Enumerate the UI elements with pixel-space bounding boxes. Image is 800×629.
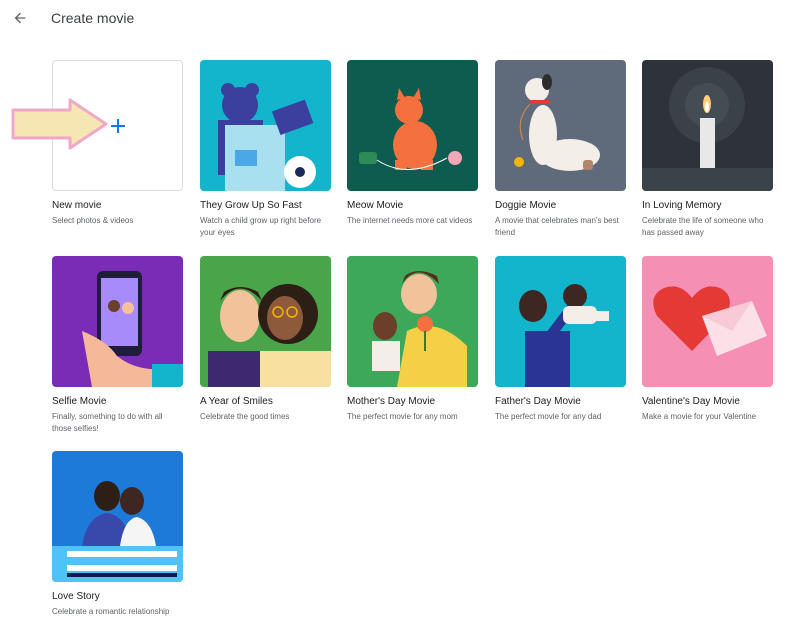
smiles-thumbnail [200, 256, 331, 387]
memory-thumbnail [642, 60, 773, 191]
valentine-thumbnail [642, 256, 773, 387]
card-description: Watch a child grow up right before your … [200, 216, 322, 237]
card-title: In Loving Memory [642, 200, 722, 211]
page-title: Create movie [51, 10, 135, 26]
top-bar: Create movie [0, 0, 800, 40]
card-title: Valentine's Day Movie [642, 396, 740, 407]
card-description: Make a movie for your Valentine [642, 412, 757, 421]
card-title: Meow Movie [347, 200, 404, 211]
memory-card[interactable]: In Loving Memory Celebrate the life of s… [642, 60, 773, 239]
card-description: The perfect movie for any dad [495, 412, 602, 421]
card-title: Mother's Day Movie [347, 396, 436, 407]
love-story-card[interactable]: Love Story Celebrate a romantic relation… [52, 451, 183, 618]
card-description: Celebrate the life of someone who has pa… [642, 216, 764, 237]
card-description: The internet needs more cat videos [347, 216, 473, 225]
card-description: Celebrate a romantic relationship [52, 607, 170, 616]
meow-thumbnail [347, 60, 478, 191]
card-title: Doggie Movie [495, 200, 557, 211]
grow-up-card[interactable]: They Grow Up So Fast Watch a child grow … [200, 60, 331, 239]
smiles-card[interactable]: A Year of Smiles Celebrate the good time… [200, 256, 331, 423]
card-title: A Year of Smiles [200, 396, 273, 407]
card-title: New movie [52, 200, 102, 211]
card-title: Selfie Movie [52, 396, 107, 407]
mothers-card[interactable]: Mother's Day Movie The perfect movie for… [347, 256, 478, 423]
plus-icon [110, 118, 125, 133]
card-description: Celebrate the good times [200, 412, 290, 421]
card-title: Father's Day Movie [495, 396, 581, 407]
card-description: Finally, something to do with all those … [52, 412, 163, 433]
selfie-card[interactable]: Selfie Movie Finally, something to do wi… [52, 256, 183, 435]
card-title: Love Story [52, 591, 100, 602]
card-description: Select photos & videos [52, 216, 134, 225]
card-description: The perfect movie for any mom [347, 412, 458, 421]
fathers-thumbnail [495, 256, 626, 387]
doggie-card[interactable]: Doggie Movie A movie that celebrates man… [495, 60, 626, 239]
grow-up-thumbnail [200, 60, 331, 191]
back-button[interactable] [8, 6, 32, 30]
arrow-back-icon [14, 12, 26, 24]
annotation-arrow-icon [11, 98, 108, 150]
valentine-card[interactable]: Valentine's Day Movie Make a movie for y… [642, 256, 773, 423]
meow-card[interactable]: Meow Movie The internet needs more cat v… [347, 60, 478, 227]
mothers-thumbnail [347, 256, 478, 387]
selfie-thumbnail [52, 256, 183, 387]
card-description: A movie that celebrates man's best frien… [495, 216, 619, 237]
card-title: They Grow Up So Fast [200, 200, 302, 211]
fathers-card[interactable]: Father's Day Movie The perfect movie for… [495, 256, 626, 423]
doggie-thumbnail [495, 60, 626, 191]
love-story-thumbnail [52, 451, 183, 582]
